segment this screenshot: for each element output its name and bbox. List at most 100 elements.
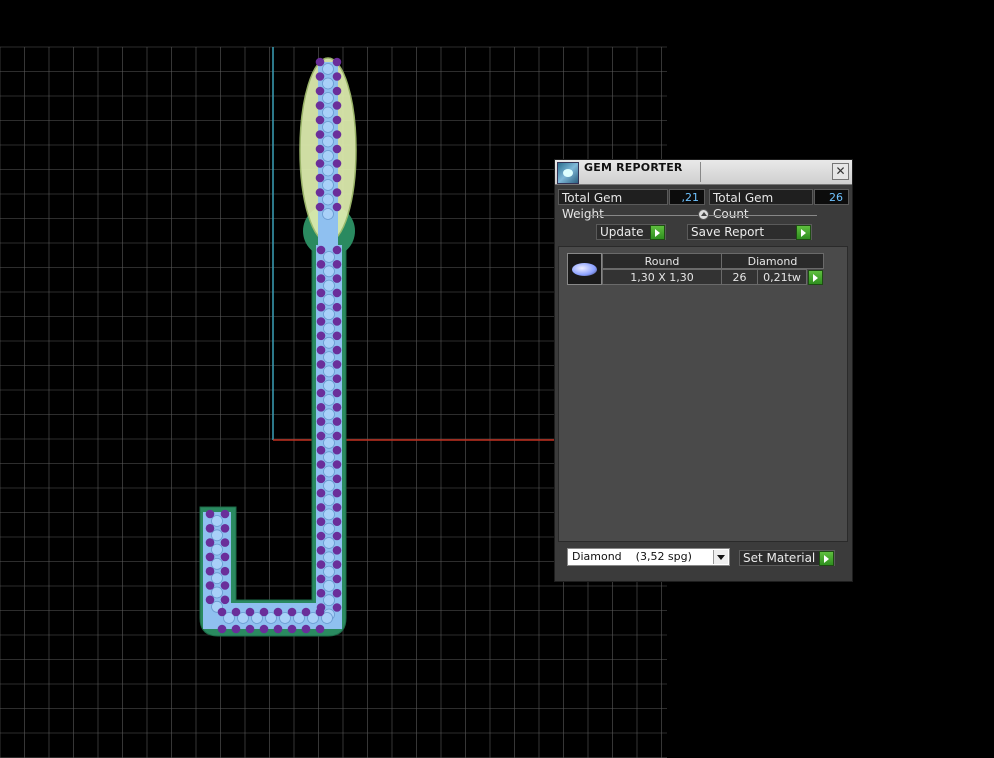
gem-prong — [316, 460, 326, 469]
gem-seat — [323, 322, 335, 335]
green-arrow-icon[interactable] — [650, 225, 665, 240]
gem-prong — [316, 531, 326, 541]
gem-prong — [220, 524, 230, 533]
gem-seat — [323, 494, 335, 507]
gem-prong — [316, 245, 326, 255]
gem-prong — [220, 595, 230, 605]
gem-prong — [332, 260, 342, 269]
gem-prong — [259, 624, 269, 634]
total-gem-weight-value: ,21 — [669, 189, 705, 205]
panel-titlebar[interactable]: GEM REPORTER ✕ — [555, 160, 852, 185]
gem-seat — [322, 150, 334, 162]
gem-prong — [332, 488, 342, 498]
gem-prong — [316, 417, 326, 426]
gem-prong — [316, 488, 326, 498]
gem-prong — [315, 607, 325, 617]
gem-prong — [315, 57, 325, 67]
gem-prong — [316, 517, 326, 526]
gem-prong — [217, 624, 227, 634]
gem-prong — [332, 445, 342, 455]
gem-seat — [211, 558, 223, 570]
green-arrow-icon[interactable] — [796, 225, 811, 240]
close-icon[interactable]: ✕ — [832, 163, 849, 180]
gem-prong — [287, 607, 297, 617]
gem-prong — [301, 607, 311, 617]
gem-prong — [245, 624, 255, 634]
gem-seat — [323, 379, 335, 392]
gem-prong — [332, 474, 342, 484]
gem-prong — [332, 101, 342, 110]
green-arrow-icon[interactable] — [819, 551, 834, 566]
gem-prong — [316, 445, 326, 455]
gem-seat — [323, 551, 335, 564]
gem-seat — [323, 522, 335, 535]
gem-seat — [323, 308, 335, 321]
material-select[interactable]: Diamond (3,52 spg) — [567, 548, 730, 566]
gem-prong — [332, 159, 342, 168]
gem-seat — [322, 135, 334, 148]
gem-prong — [332, 388, 342, 398]
material-header: Diamond — [721, 253, 824, 269]
total-gem-weight-label: Total Gem Weight — [558, 189, 668, 221]
gem-prong — [220, 566, 230, 576]
gem-seat — [323, 422, 335, 435]
gem-prong — [332, 245, 342, 255]
gem-prong — [332, 417, 342, 426]
gem-prong — [316, 474, 326, 484]
gem-prong — [332, 72, 342, 81]
gem-prong — [316, 574, 326, 584]
gem-seat — [323, 465, 335, 478]
gem-seat — [323, 251, 335, 263]
gem-seat — [323, 336, 335, 349]
material-select-value: Diamond (3,52 spg) — [572, 550, 692, 563]
gem-prong — [205, 509, 215, 519]
gem-prong — [332, 57, 342, 67]
gem-seat — [323, 508, 335, 521]
gem-prong — [231, 624, 241, 634]
gem-prong — [205, 581, 215, 590]
gem-prong — [316, 403, 326, 412]
gem-seat — [323, 451, 335, 464]
gem-prong — [315, 130, 325, 139]
gem-prong — [315, 624, 325, 634]
update-button-label: Update — [600, 225, 644, 239]
gem-prong — [332, 403, 342, 412]
gem-prong — [231, 607, 241, 617]
gem-prong — [332, 317, 342, 326]
gem-prong — [205, 595, 215, 605]
slider-handle[interactable] — [698, 209, 709, 220]
gem-prong — [332, 331, 342, 341]
gem-size-cell: 1,30 X 1,30 — [602, 269, 722, 285]
gem-prong — [220, 509, 230, 519]
gem-count-cell: 26 — [721, 269, 758, 285]
gem-prong — [332, 202, 342, 212]
gem-prong — [332, 574, 342, 584]
gem-prong — [332, 374, 342, 384]
round-gem-icon — [567, 253, 602, 285]
gem-prong — [332, 431, 342, 441]
gem-seat — [322, 164, 334, 177]
gem-prong — [332, 302, 342, 312]
gem-prong — [245, 607, 255, 617]
gem-prong — [316, 360, 326, 369]
green-arrow-icon[interactable] — [808, 270, 823, 285]
gem-seat — [322, 77, 334, 90]
gem-seat — [211, 515, 223, 527]
titlebar-divider — [700, 162, 701, 182]
gem-prong — [205, 552, 215, 562]
gem-seat — [323, 293, 335, 306]
gem-seat — [323, 394, 335, 406]
gem-prong — [316, 374, 326, 384]
gem-seat — [322, 193, 334, 206]
gem-prong — [332, 86, 342, 96]
save-report-button[interactable]: Save Report — [687, 224, 812, 240]
gem-prong — [332, 517, 342, 526]
gem-prong — [332, 460, 342, 469]
gem-prong — [316, 431, 326, 441]
gem-prong — [315, 86, 325, 96]
total-gem-count-value: 26 — [814, 189, 849, 205]
gem-prong — [301, 624, 311, 634]
gem-prong — [316, 345, 326, 355]
chevron-down-icon[interactable] — [713, 550, 728, 564]
gem-prong — [316, 317, 326, 326]
